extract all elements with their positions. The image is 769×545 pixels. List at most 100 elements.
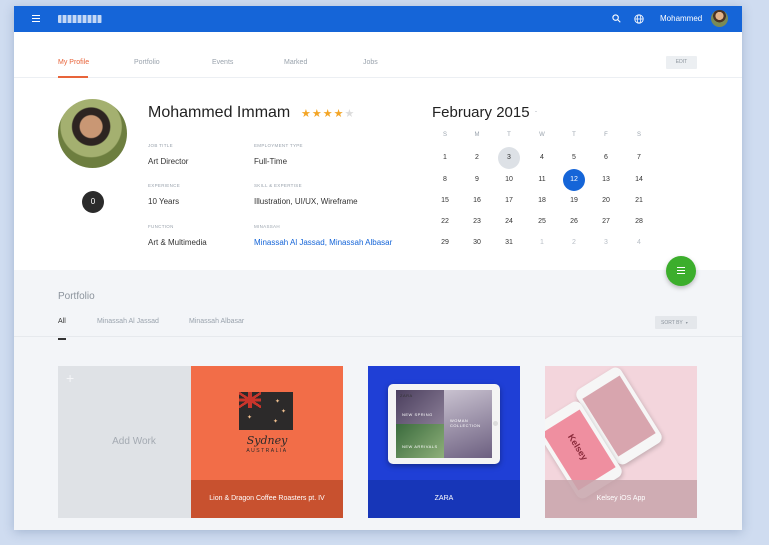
chevron-down-icon: ▾ [685, 320, 688, 325]
employment-type-label: EMPLOYMENT TYPE [254, 143, 303, 148]
month-dropdown-caret[interactable]: - [535, 109, 537, 115]
tab-marked[interactable]: Marked [284, 59, 307, 66]
username[interactable]: Mohammed [660, 14, 702, 23]
screen-section-text: NEW ARRIVALS [402, 444, 438, 449]
calendar-day[interactable]: 28 [628, 211, 650, 233]
brand-logo[interactable] [58, 15, 102, 23]
calendar-day[interactable]: 29 [434, 232, 456, 254]
calendar-day[interactable]: 20 [595, 190, 617, 212]
card-caption: Kelsey iOS App [545, 480, 697, 518]
screen-logo-text: ZARA [400, 393, 413, 398]
calendar-day[interactable]: 18 [531, 190, 553, 212]
portfolio-card-zara[interactable]: ZARA WOMAN COLLECTION NEW SPRING NEW ARR… [368, 366, 520, 518]
screen-heading-text: WOMAN COLLECTION [450, 418, 481, 428]
tab-my-profile[interactable]: My Profile [58, 59, 89, 66]
sort-by-button[interactable]: SORT BY ▾ [655, 316, 697, 329]
calendar-day[interactable]: 2 [466, 147, 488, 169]
star-filled-icon[interactable]: ★ [301, 108, 312, 120]
calendar-day[interactable]: 15 [434, 190, 456, 212]
calendar-day[interactable]: 4 [531, 147, 553, 169]
portfolio-tab-all[interactable]: All [58, 318, 66, 325]
add-work-card[interactable]: + Add Work [58, 366, 210, 518]
calendar-day[interactable]: 10 [498, 169, 520, 191]
calendar-day[interactable]: 27 [595, 211, 617, 233]
experience-value: 10 Years [148, 197, 180, 206]
profile-photo [58, 99, 127, 168]
calendar-day[interactable]: 30 [466, 232, 488, 254]
portfolio-tab-jassad[interactable]: Minassah Al Jassad [97, 318, 159, 325]
star-filled-icon[interactable]: ★ [323, 108, 334, 120]
calendar-day[interactable]: 8 [434, 169, 456, 191]
calendar-day[interactable]: 16 [466, 190, 488, 212]
screen-promo-text: NEW SPRING [402, 412, 433, 417]
tab-events[interactable]: Events [212, 59, 233, 66]
skill-label: SKILL & EXPERTISE [254, 183, 302, 188]
portfolio-title: Portfolio [58, 291, 95, 302]
weekday-header: T [507, 132, 511, 138]
calendar-day[interactable]: 7 [628, 147, 650, 169]
calendar-day[interactable]: 4 [628, 232, 650, 254]
calendar-day[interactable]: 31 [498, 232, 520, 254]
calendar-day[interactable]: 12 [563, 169, 585, 191]
profile-tabs: My Profile Portfolio Events Marked Jobs … [14, 32, 742, 78]
phone-app-title: Kelsey [565, 432, 590, 463]
active-tab-indicator [58, 76, 88, 78]
add-work-label: Add Work [112, 436, 156, 447]
plus-icon: + [66, 370, 75, 386]
calendar-day[interactable]: 6 [595, 147, 617, 169]
calendar-day[interactable]: 5 [563, 147, 585, 169]
minassah-link[interactable]: Minassah Al Jassad, Minassah Albasar [254, 238, 392, 247]
calendar-day[interactable]: 22 [434, 211, 456, 233]
tab-portfolio[interactable]: Portfolio [134, 59, 160, 66]
skill-value: Illustration, UI/UX, Wireframe [254, 197, 358, 206]
calendar-day[interactable]: 11 [531, 169, 553, 191]
weekday-header: W [539, 132, 545, 138]
fab-list-button[interactable] [666, 256, 696, 286]
calendar-day[interactable]: 14 [628, 169, 650, 191]
edit-button[interactable]: EDIT [666, 56, 697, 69]
calendar-day[interactable]: 1 [434, 147, 456, 169]
calendar-day[interactable]: 1 [531, 232, 553, 254]
weekday-header: F [604, 132, 608, 138]
calendar-day[interactable]: 23 [466, 211, 488, 233]
weekday-header: S [636, 132, 641, 138]
portfolio-card-lion-dragon[interactable]: ✦ ✦ ✦ ✦ Sydney AUSTRALIA Lion & Dragon C… [191, 366, 343, 518]
globe-icon[interactable] [634, 14, 644, 24]
profile-name: Mohammed Immam [148, 104, 291, 121]
calendar-day[interactable]: 9 [466, 169, 488, 191]
minassah-label: MINASSAH [254, 224, 280, 229]
app-window: Mohammed My Profile Portfolio Events Mar… [14, 6, 742, 530]
tab-jobs[interactable]: Jobs [363, 59, 378, 66]
divider [14, 336, 742, 337]
rating-stars: ★★★★★ [301, 107, 355, 120]
badge-count[interactable]: 0 [82, 191, 104, 213]
function-value: Art & Multimedia [148, 238, 207, 247]
search-icon[interactable] [612, 14, 621, 23]
calendar-day[interactable]: 24 [498, 211, 520, 233]
australia-flag-image: ✦ ✦ ✦ ✦ [239, 392, 293, 430]
calendar-month-title: February 2015 [432, 104, 530, 121]
portfolio-card-kelsey[interactable]: Kelsey Kelsey iOS App [545, 366, 697, 518]
calendar-day[interactable]: 2 [563, 232, 585, 254]
calendar-day[interactable]: 3 [595, 232, 617, 254]
user-avatar[interactable] [711, 10, 728, 27]
calendar-day[interactable]: 25 [531, 211, 553, 233]
hamburger-icon[interactable] [32, 15, 40, 22]
sort-label: SORT BY [661, 320, 683, 326]
star-empty-icon[interactable]: ★ [345, 108, 356, 120]
tablet-mockup-image: ZARA WOMAN COLLECTION NEW SPRING NEW ARR… [388, 384, 500, 464]
star-filled-icon[interactable]: ★ [312, 108, 323, 120]
portfolio-tab-albasar[interactable]: Minassah Albasar [189, 318, 244, 325]
card-caption: ZARA [368, 480, 520, 518]
employment-type-value: Full-Time [254, 157, 288, 166]
job-title-label: JOB TITLE [148, 143, 173, 148]
calendar-day[interactable]: 17 [498, 190, 520, 212]
calendar-day[interactable]: 13 [595, 169, 617, 191]
calendar-day[interactable]: 26 [563, 211, 585, 233]
star-filled-icon[interactable]: ★ [334, 108, 345, 120]
job-title-value: Art Director [148, 157, 189, 166]
card-art-title: Sydney [246, 434, 288, 447]
calendar-day[interactable]: 19 [563, 190, 585, 212]
calendar-day[interactable]: 21 [628, 190, 650, 212]
calendar-day[interactable]: 3 [498, 147, 520, 169]
